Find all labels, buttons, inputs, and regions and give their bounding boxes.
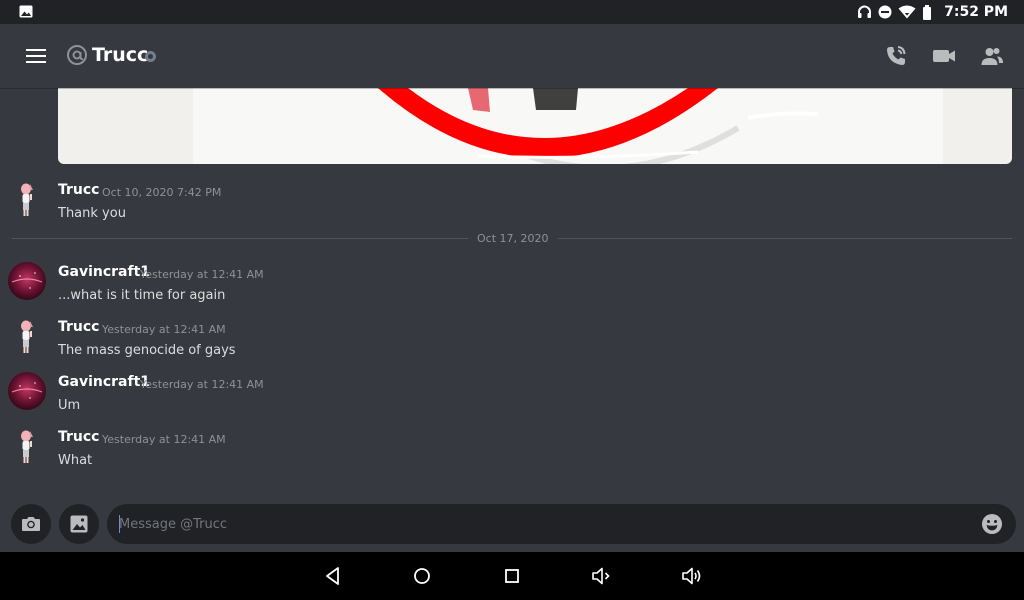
message-item[interactable]: Trucc Yesterday at 12:41 AM What (0, 427, 1024, 475)
red-ring-drawing (378, 88, 819, 164)
message-content: ...what is it time for again (58, 288, 226, 303)
date-divider-label: Oct 17, 2020 (468, 232, 558, 245)
members-icon[interactable] (980, 44, 1004, 68)
status-time: 7:52 PM (944, 4, 1008, 20)
channel-name: Trucc (92, 44, 149, 66)
message-timestamp: Oct 10, 2020 7:42 PM (102, 186, 222, 199)
text-caret (119, 515, 120, 533)
discord-app-screen: 7:52 PM Trucc Trucc Oct 10, 2020 7:42 PM… (0, 0, 1024, 600)
do-not-disturb-icon (878, 5, 892, 19)
galaxy-avatar[interactable] (8, 372, 46, 410)
video-icon[interactable] (932, 44, 956, 68)
message-content: Um (58, 398, 81, 413)
message-timestamp: Yesterday at 12:41 AM (140, 268, 264, 281)
message-content: What (58, 453, 93, 468)
message-list[interactable]: Trucc Oct 10, 2020 7:42 PM Thank you Oct… (0, 88, 1024, 500)
message-author[interactable]: Gavincraft1 (58, 264, 150, 280)
back-icon[interactable] (322, 565, 344, 587)
message-author[interactable]: Trucc (58, 319, 99, 335)
recents-icon[interactable] (501, 565, 523, 587)
presence-dot (145, 51, 156, 62)
message-timestamp: Yesterday at 12:41 AM (102, 433, 226, 446)
message-item[interactable]: Trucc Oct 10, 2020 7:42 PM Thank you (0, 180, 1024, 228)
volume-up-icon[interactable] (681, 565, 703, 587)
status-icons: 7:52 PM (857, 0, 1008, 24)
system-navigation-bar (0, 552, 1024, 600)
galaxy-avatar[interactable] (8, 262, 46, 300)
message-content: The mass genocide of gays (58, 343, 236, 358)
message-item[interactable]: Gavincraft1 Yesterday at 12:41 AM Um (0, 372, 1024, 420)
camera-icon (22, 517, 40, 531)
message-composer (0, 500, 1024, 550)
wifi-icon (898, 5, 916, 19)
channel-header: Trucc (0, 24, 1024, 88)
headphones-icon (858, 5, 872, 18)
message-author[interactable]: Trucc (58, 429, 99, 445)
call-icon[interactable] (884, 44, 908, 68)
gallery-icon (70, 515, 88, 533)
message-input[interactable] (107, 504, 1016, 544)
home-icon[interactable] (411, 565, 433, 587)
message-timestamp: Yesterday at 12:41 AM (102, 323, 226, 336)
battery-icon (923, 4, 932, 20)
status-bar: 7:52 PM (0, 0, 1024, 24)
menu-icon[interactable] (24, 45, 48, 67)
message-item[interactable]: Gavincraft1 Yesterday at 12:41 AM ...wha… (0, 262, 1024, 310)
message-author[interactable]: Trucc (58, 182, 99, 198)
anime-avatar[interactable] (8, 427, 46, 465)
image-icon (19, 5, 33, 18)
message-timestamp: Yesterday at 12:41 AM (140, 378, 264, 391)
emoji-icon[interactable] (981, 513, 1003, 535)
image-attachment[interactable] (58, 88, 1012, 164)
volume-down-icon[interactable] (591, 565, 613, 587)
anime-avatar[interactable] (8, 317, 46, 355)
message-item[interactable]: Trucc Yesterday at 12:41 AM The mass gen… (0, 317, 1024, 365)
message-content: Thank you (58, 206, 126, 221)
anime-avatar[interactable] (8, 180, 46, 218)
message-author[interactable]: Gavincraft1 (58, 374, 150, 390)
gallery-button[interactable] (59, 504, 99, 544)
at-icon (67, 45, 87, 65)
camera-button[interactable] (11, 504, 51, 544)
